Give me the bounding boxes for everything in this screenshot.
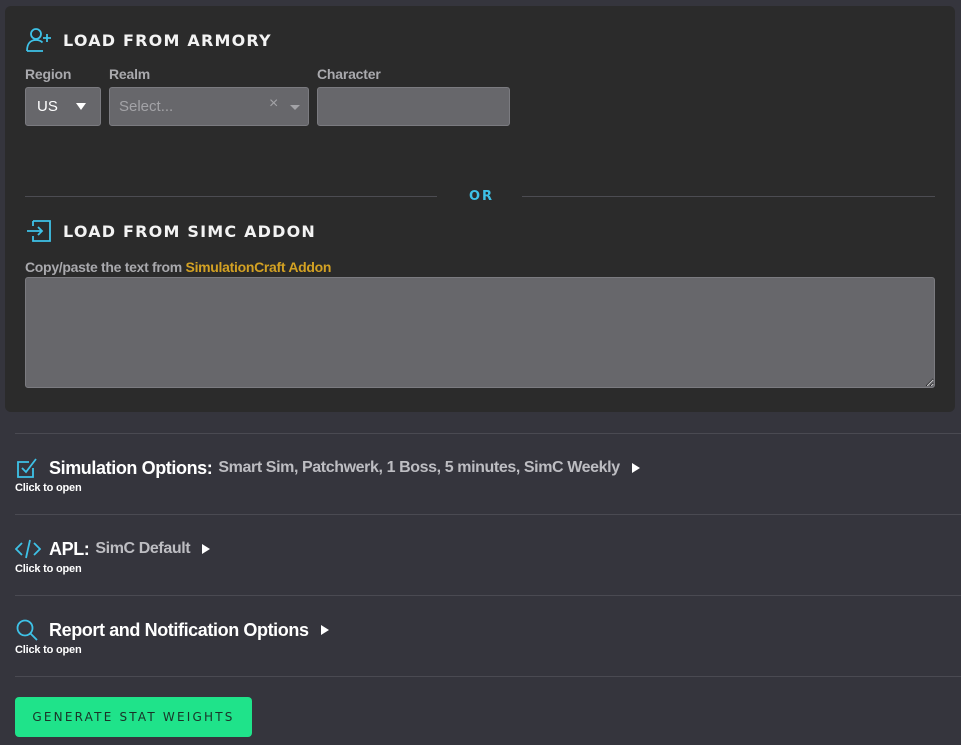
simc-input[interactable]: [25, 277, 935, 388]
expand-arrow-icon: [631, 463, 640, 473]
realm-select[interactable]: Select... ×: [109, 87, 309, 126]
simc-addon-link[interactable]: SimulationCraft Addon: [186, 259, 332, 275]
simulation-options-title: Simulation Options:: [49, 457, 213, 478]
region-label: Region: [25, 66, 72, 82]
caret-down-icon: [76, 103, 86, 110]
report-options-toggle[interactable]: Report and Notification Options Click to…: [15, 618, 329, 656]
click-to-open-hint: Click to open: [15, 644, 82, 656]
import-icon: [25, 217, 53, 245]
add-user-icon: [25, 26, 53, 54]
region-select[interactable]: US: [25, 87, 101, 126]
realm-placeholder: Select...: [119, 98, 174, 115]
divider-line-right: [522, 196, 935, 197]
section-divider: [15, 595, 961, 596]
simc-hint-text: Copy/paste the text from: [25, 259, 186, 275]
checkbox-icon: [15, 456, 41, 480]
apl-toggle[interactable]: APL: SimC Default Click to open: [15, 537, 211, 575]
simulation-options-summary: Smart Sim, Patchwerk, 1 Boss, 5 minutes,…: [218, 459, 620, 476]
simc-hint: Copy/paste the text from SimulationCraft…: [25, 259, 331, 275]
apl-title: APL:: [49, 538, 90, 559]
clear-icon[interactable]: ×: [269, 95, 278, 113]
character-label: Character: [317, 66, 381, 82]
caret-down-icon[interactable]: [290, 105, 300, 110]
section-divider: [15, 433, 961, 434]
code-icon: [15, 537, 41, 561]
apl-summary: SimC Default: [95, 540, 191, 557]
expand-arrow-icon: [320, 625, 329, 635]
armory-title: LOAD FROM ARMORY: [63, 30, 272, 50]
or-divider: OR: [469, 189, 495, 204]
search-icon: [15, 618, 41, 642]
click-to-open-hint: Click to open: [15, 563, 82, 575]
load-character-card: LOAD FROM ARMORY Region Realm Character …: [5, 6, 955, 412]
realm-label: Realm: [109, 66, 151, 82]
report-options-title: Report and Notification Options: [49, 619, 309, 640]
section-divider: [15, 676, 961, 677]
simc-header: LOAD FROM SIMC ADDON: [25, 217, 316, 245]
character-input[interactable]: [317, 87, 510, 126]
region-value: US: [37, 98, 58, 115]
simc-title: LOAD FROM SIMC ADDON: [63, 221, 317, 241]
armory-header: LOAD FROM ARMORY: [25, 26, 272, 54]
section-divider: [15, 514, 961, 515]
simulation-options-toggle[interactable]: Simulation Options: Smart Sim, Patchwerk…: [15, 456, 640, 494]
divider-line-left: [25, 196, 437, 197]
click-to-open-hint: Click to open: [15, 482, 82, 494]
expand-arrow-icon: [202, 544, 211, 554]
generate-stat-weights-button[interactable]: GENERATE STAT WEIGHTS: [15, 697, 252, 737]
